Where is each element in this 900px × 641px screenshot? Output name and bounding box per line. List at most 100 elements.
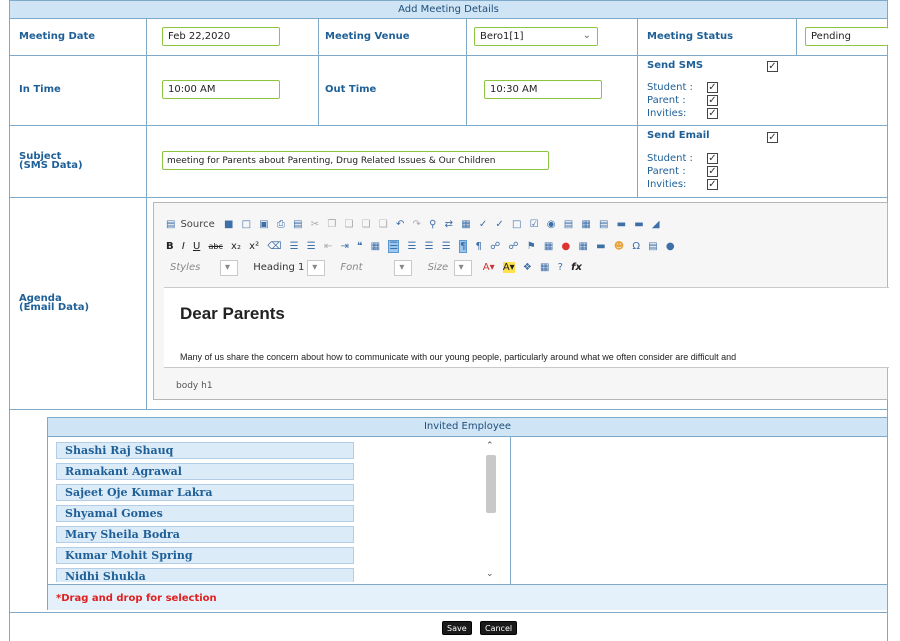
size-select[interactable]: Size <box>424 261 454 277</box>
replace-icon[interactable]: ⇄ <box>445 219 453 230</box>
source-button[interactable]: Source <box>180 219 214 230</box>
redo-icon[interactable]: ↷ <box>413 219 421 230</box>
chevron-down-icon[interactable]: ▾ <box>307 260 326 276</box>
sms-parent-checkbox[interactable]: ✓ <box>707 95 718 106</box>
image-icon[interactable]: ▦ <box>544 241 553 252</box>
background-color-icon[interactable]: A▾ <box>502 262 515 273</box>
font-select[interactable]: Font <box>336 261 394 277</box>
employee-list[interactable]: Shashi Raj Shauq Ramakant Agrawal Sajeet… <box>56 442 356 582</box>
link-icon[interactable]: ☍ <box>490 241 500 252</box>
format-select[interactable]: Heading 1 <box>249 261 307 277</box>
sms-invities-checkbox[interactable]: ✓ <box>707 108 718 119</box>
ltr-icon[interactable]: ¶ <box>458 240 468 253</box>
special-char-icon[interactable]: Ω <box>632 241 640 252</box>
chevron-down-icon[interactable]: ▾ <box>220 260 238 276</box>
templates-icon[interactable]: ▤ <box>293 219 302 230</box>
smiley-icon[interactable]: ☻ <box>614 241 624 252</box>
div-icon[interactable]: ▦ <box>371 241 380 252</box>
subject-input[interactable]: meeting for Parents about Parenting, Dru… <box>162 151 549 170</box>
paste-text-icon[interactable]: ❑ <box>362 219 371 230</box>
meeting-date-input[interactable]: Feb 22,2020 <box>162 27 280 46</box>
email-parent-checkbox[interactable]: ✓ <box>707 166 718 177</box>
maximize-icon[interactable]: ❖ <box>523 262 532 273</box>
about-icon[interactable]: ? <box>558 262 563 273</box>
hidden-field-icon[interactable]: ◢ <box>652 219 660 230</box>
outdent-icon[interactable]: ⇤ <box>324 241 332 252</box>
new-page-icon[interactable]: □ <box>242 219 251 230</box>
list-item[interactable]: Kumar Mohit Spring <box>56 547 354 564</box>
chevron-down-icon[interactable]: ▾ <box>453 260 472 276</box>
email-student-checkbox[interactable]: ✓ <box>707 153 718 164</box>
paste-word-icon[interactable]: ❑ <box>379 219 388 230</box>
textarea-icon[interactable]: ▦ <box>581 219 590 230</box>
table-icon[interactable]: ▦ <box>578 241 587 252</box>
italic-icon[interactable]: I <box>182 241 185 252</box>
numbered-list-icon[interactable]: ☰ <box>290 241 299 252</box>
meeting-venue-select[interactable]: Bero1[1] ⌄ <box>474 27 598 46</box>
list-item[interactable]: Sajeet Oje Kumar Lakra <box>56 484 354 501</box>
page-break-icon[interactable]: ▤ <box>648 241 657 252</box>
chevron-down-icon[interactable]: ⌄ <box>486 569 494 579</box>
find-icon[interactable]: ⚲ <box>429 219 436 230</box>
checkbox-icon[interactable]: ☑ <box>530 219 539 230</box>
iframe-icon[interactable]: ● <box>666 241 675 252</box>
show-blocks-icon[interactable]: ▦ <box>540 262 549 273</box>
list-item[interactable]: Shyamal Gomes <box>56 505 354 522</box>
copy-icon[interactable]: ❐ <box>327 219 336 230</box>
horizontal-rule-icon[interactable]: ▬ <box>596 241 605 252</box>
scrollbar-thumb[interactable] <box>486 455 496 513</box>
send-sms-checkbox[interactable]: ✓ <box>767 61 778 72</box>
out-time-input[interactable]: 10:30 AM <box>484 80 602 99</box>
send-email-checkbox[interactable]: ✓ <box>767 132 778 143</box>
align-center-icon[interactable]: ☰ <box>407 241 416 252</box>
email-invities-checkbox[interactable]: ✓ <box>707 179 718 190</box>
scayt-icon[interactable]: ✓ <box>495 219 503 230</box>
list-item[interactable]: Ramakant Agrawal <box>56 463 354 480</box>
unlink-icon[interactable]: ☍ <box>508 241 518 252</box>
justify-icon[interactable]: ☰ <box>442 241 451 252</box>
bulleted-list-icon[interactable]: ☰ <box>307 241 316 252</box>
save-icon[interactable]: ■ <box>224 219 233 230</box>
styles-select[interactable]: Styles <box>166 261 220 277</box>
rtl-icon[interactable]: ¶ <box>476 241 482 252</box>
list-item[interactable]: Shashi Raj Shauq <box>56 442 354 459</box>
list-item[interactable]: Mary Sheila Bodra <box>56 526 354 543</box>
spellcheck-icon[interactable]: ✓ <box>479 219 487 230</box>
superscript-icon[interactable]: x² <box>249 241 259 252</box>
cancel-button[interactable]: Cancel <box>480 621 518 635</box>
source-icon[interactable]: ▤ <box>166 219 175 230</box>
form-icon[interactable]: □ <box>512 219 521 230</box>
remove-format-icon[interactable]: ⌫ <box>267 241 281 252</box>
save-button[interactable]: Save <box>442 621 472 635</box>
print-icon[interactable]: ⎙ <box>277 219 285 230</box>
button-icon[interactable]: ▬ <box>617 219 626 230</box>
list-item[interactable]: Nidhi Shukla <box>56 568 354 582</box>
align-right-icon[interactable]: ☰ <box>425 241 434 252</box>
employee-list-scrollbar[interactable]: ⌃ ⌄ <box>483 441 499 584</box>
strike-icon[interactable]: abc <box>208 242 222 251</box>
underline-icon[interactable]: U <box>193 241 200 252</box>
chevron-up-icon[interactable]: ⌃ <box>486 441 494 451</box>
editor-content[interactable]: Dear Parents Many of us share the concer… <box>164 287 889 368</box>
preview-icon[interactable]: ▣ <box>259 219 268 230</box>
cut-icon[interactable]: ✂ <box>311 219 319 230</box>
textfield-icon[interactable]: ▤ <box>564 219 573 230</box>
sms-student-checkbox[interactable]: ✓ <box>707 82 718 93</box>
text-color-icon[interactable]: A▾ <box>483 262 495 273</box>
select-icon[interactable]: ▤ <box>599 219 608 230</box>
align-left-icon[interactable]: ☰ <box>388 240 400 253</box>
element-path[interactable]: body h1 <box>176 381 213 391</box>
image-button-icon[interactable]: ▬ <box>634 219 643 230</box>
flash-icon[interactable]: ● <box>562 241 571 252</box>
paste-icon[interactable]: ❑ <box>344 219 353 230</box>
formula-icon[interactable]: fx <box>571 262 582 273</box>
radio-icon[interactable]: ◉ <box>547 219 556 230</box>
select-all-icon[interactable]: ▦ <box>461 219 470 230</box>
undo-icon[interactable]: ↶ <box>396 219 404 230</box>
blockquote-icon[interactable]: ❝ <box>357 241 362 252</box>
meeting-status-select[interactable]: Pending <box>805 27 888 46</box>
indent-icon[interactable]: ⇥ <box>341 241 349 252</box>
chevron-down-icon[interactable]: ▾ <box>394 260 413 276</box>
anchor-icon[interactable]: ⚑ <box>527 241 536 252</box>
bold-icon[interactable]: B <box>166 241 174 252</box>
